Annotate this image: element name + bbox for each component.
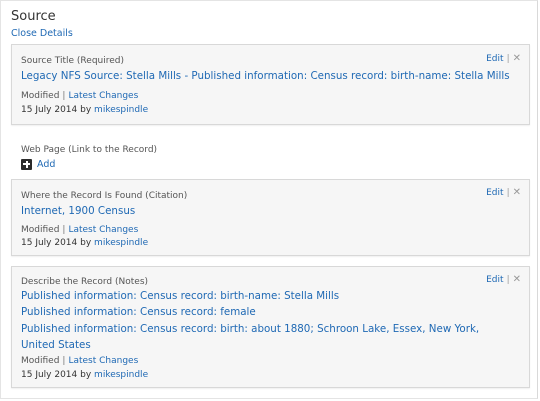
modified-date: 15 July 2014 by xyxy=(21,105,92,115)
source-details-panel: Source Close Details Source Title (Requi… xyxy=(0,0,538,399)
close-icon[interactable]: ✕ xyxy=(513,274,521,285)
source-title-edit-button[interactable]: Edit xyxy=(486,54,503,64)
plus-square-icon[interactable] xyxy=(21,158,32,170)
source-title-card: Source Title (Required) Edit | ✕ Legacy NF… xyxy=(11,44,530,125)
modified-date: 15 July 2014 by xyxy=(21,370,92,380)
latest-changes-link[interactable]: Latest Changes xyxy=(68,225,138,235)
notes-line[interactable]: Published information: Census record: bi… xyxy=(21,321,516,353)
source-title-actions: Edit | ✕ xyxy=(486,53,521,64)
notes-actions: Edit | ✕ xyxy=(486,274,521,285)
citation-modified: Modified | Latest Changes xyxy=(21,225,139,235)
add-web-page-link[interactable]: Add xyxy=(37,159,55,170)
close-details-link[interactable]: Close Details xyxy=(11,28,73,39)
latest-changes-link[interactable]: Latest Changes xyxy=(68,91,138,101)
notes-card: Describe the Record (Notes) Edit | ✕ Publi… xyxy=(11,266,530,388)
notes-label: Describe the Record (Notes) xyxy=(21,277,149,287)
citation-label: Where the Record Is Found (Citation) xyxy=(21,191,188,201)
source-title-label: Source Title (Required) xyxy=(21,56,124,66)
notes-edit-button[interactable]: Edit xyxy=(486,275,503,285)
modified-date: 15 July 2014 by xyxy=(21,238,92,248)
citation-value[interactable]: Internet, 1900 Census xyxy=(21,205,135,217)
source-title-date: 15 July 2014 by mikespindle xyxy=(21,105,148,115)
modified-label: Modified xyxy=(21,91,60,101)
web-page-label: Web Page (Link to the Record) xyxy=(21,145,158,155)
source-title-value[interactable]: Legacy NFS Source: Stella Mills - Publis… xyxy=(21,70,510,82)
close-icon[interactable]: ✕ xyxy=(513,187,521,198)
user-link[interactable]: mikespindle xyxy=(94,105,148,115)
page-title: Source xyxy=(11,9,56,24)
citation-actions: Edit | ✕ xyxy=(486,187,521,198)
citation-card: Where the Record Is Found (Citation) Edi… xyxy=(11,179,530,256)
notes-modified: Modified | Latest Changes xyxy=(21,356,139,366)
latest-changes-link[interactable]: Latest Changes xyxy=(68,356,138,366)
modified-label: Modified xyxy=(21,356,60,366)
citation-date: 15 July 2014 by mikespindle xyxy=(21,238,148,248)
user-link[interactable]: mikespindle xyxy=(94,370,148,380)
web-page-add-row[interactable]: Add xyxy=(21,158,55,170)
notes-line[interactable]: Published information: Census record: bi… xyxy=(21,290,339,302)
notes-date: 15 July 2014 by mikespindle xyxy=(21,370,148,380)
citation-edit-button[interactable]: Edit xyxy=(486,188,503,198)
user-link[interactable]: mikespindle xyxy=(94,238,148,248)
source-title-modified: Modified | Latest Changes xyxy=(21,91,139,101)
close-icon[interactable]: ✕ xyxy=(513,53,521,64)
notes-line[interactable]: Published information: Census record: fe… xyxy=(21,306,256,318)
modified-label: Modified xyxy=(21,225,60,235)
